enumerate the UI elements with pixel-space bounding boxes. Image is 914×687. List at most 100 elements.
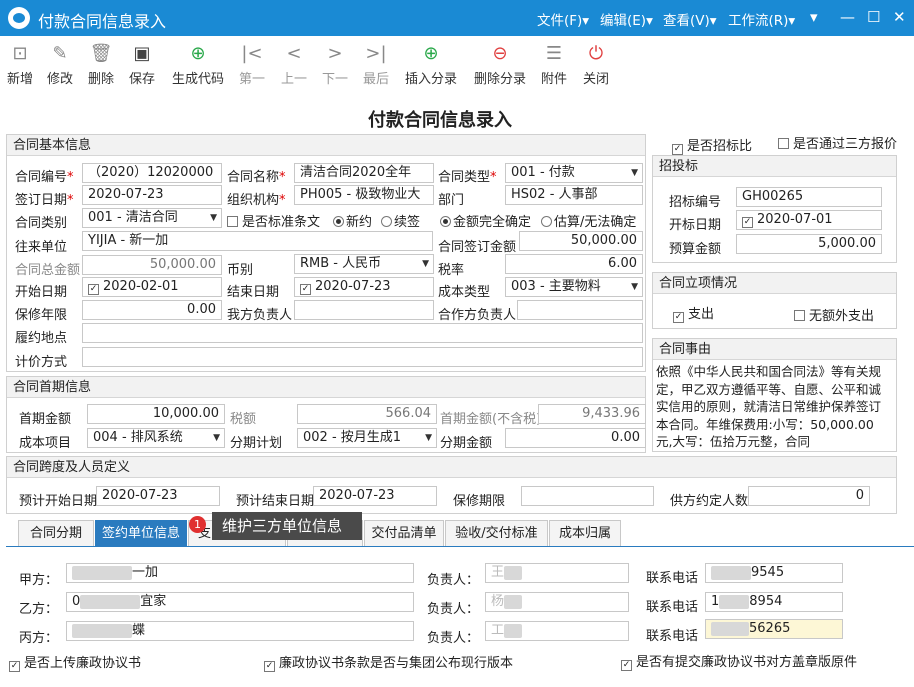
partner-person-field[interactable]: [517, 300, 643, 320]
est-start-field[interactable]: 2020-07-23: [96, 486, 220, 506]
cost-item-select[interactable]: 004 - 排风系统: [87, 428, 225, 448]
generate-code-button[interactable]: ⊕ 生成代码: [170, 42, 226, 87]
org-field[interactable]: PH005 - 极致物业大: [294, 185, 434, 205]
delete-entry-button[interactable]: ⊖ 删除分录: [472, 42, 528, 87]
is-bid-checkbox[interactable]: ✓ 是否招标比: [672, 135, 752, 155]
tab-cost-attribution[interactable]: 成本归属: [549, 520, 621, 546]
phone-a-label: 联系电话: [646, 571, 699, 586]
phone-b-label: 联系电话: [646, 600, 699, 615]
prev-button[interactable]: < 上一: [280, 42, 308, 87]
doc-icon: ☰: [545, 43, 563, 64]
est-end-field[interactable]: 2020-07-23: [313, 486, 437, 506]
phone-c-field[interactable]: 56265: [705, 619, 843, 639]
warranty-field[interactable]: 0.00: [82, 300, 222, 320]
warranty-period-field[interactable]: [521, 486, 654, 506]
start-date-field[interactable]: ✓ 2020-02-01: [82, 277, 222, 297]
split-field[interactable]: 0.00: [505, 428, 646, 448]
person-a-field[interactable]: 王: [485, 563, 629, 583]
last-button[interactable]: >| 最后: [362, 42, 390, 87]
toolbar-toggle-icon[interactable]: ▾: [810, 8, 818, 26]
open-date-check[interactable]: ✓: [742, 217, 753, 228]
first-amount-field[interactable]: 10,000.00: [87, 404, 225, 424]
party-c-field[interactable]: 蝶: [66, 621, 414, 641]
end-date-field[interactable]: ✓ 2020-07-23: [294, 277, 434, 297]
attachment-button[interactable]: ☰ 附件: [540, 42, 568, 87]
person-b-field[interactable]: 杨: [485, 592, 629, 612]
pricing-field[interactable]: [82, 347, 643, 367]
amount-fixed-radio[interactable]: 金额完全确定: [440, 211, 531, 230]
plan-select[interactable]: 002 - 按月生成1: [297, 428, 437, 448]
close-window-icon[interactable]: ✕: [893, 8, 906, 26]
expense-checkbox[interactable]: ✓ 支出: [673, 303, 714, 323]
new-sign-radio[interactable]: 新约: [333, 211, 372, 230]
partner-field[interactable]: YIJIA - 新一加: [82, 231, 433, 251]
category-select[interactable]: 001 - 清洁合同: [82, 208, 222, 228]
no-extra-checkbox[interactable]: 无额外支出: [794, 305, 874, 324]
currency-select[interactable]: RMB - 人民币: [294, 254, 434, 274]
sign-date-field[interactable]: 2020-07-23: [82, 185, 222, 205]
budget-field[interactable]: 5,000.00: [736, 234, 882, 254]
our-person-label: 我方负责人: [227, 308, 293, 323]
contract-name-field[interactable]: 清洁合同2020全年: [294, 163, 434, 183]
first-tax-label: 税额: [230, 412, 257, 427]
edit-button[interactable]: ✎ 修改: [46, 42, 74, 87]
third-party-checkbox[interactable]: 是否通过三方报价: [778, 133, 897, 152]
contract-type-select[interactable]: 001 - 付款: [505, 163, 643, 183]
our-person-field[interactable]: [294, 300, 434, 320]
person-c-field[interactable]: 工: [485, 621, 629, 641]
menu-view[interactable]: 查看(V)▾: [663, 9, 717, 29]
est-start-label: 预计开始日期: [19, 494, 98, 509]
edit-icon: ✎: [52, 43, 68, 64]
sign-amount-field[interactable]: 50,000.00: [519, 231, 643, 251]
contract-no-field[interactable]: （2020）12020000: [82, 163, 222, 183]
end-date-check[interactable]: ✓: [300, 284, 311, 295]
minimize-icon[interactable]: —: [840, 8, 855, 26]
estimate-radio[interactable]: 估算/无法确定: [541, 211, 636, 230]
start-date-check[interactable]: ✓: [88, 284, 99, 295]
insert-entry-button[interactable]: ⊕ 插入分录: [403, 42, 459, 87]
plus-circle-icon: ⊕: [190, 43, 206, 64]
dept-field[interactable]: HS02 - 人事部: [505, 185, 643, 205]
supplier-field[interactable]: 0: [748, 486, 870, 506]
trash-icon: 🗑: [89, 43, 113, 64]
plan-label: 分期计划: [230, 436, 283, 451]
tab-installments[interactable]: 合同分期: [18, 520, 94, 546]
first-button[interactable]: |< 第一: [238, 42, 266, 87]
upload-agreement-checkbox[interactable]: ✓ 是否上传廉政协议书: [9, 652, 141, 672]
party-a-field[interactable]: 一加: [66, 563, 414, 583]
menu-edit[interactable]: 编辑(E)▾: [600, 9, 653, 29]
tab-signing-parties[interactable]: 签约单位信息: [95, 520, 187, 546]
close-button[interactable]: ⏻ 关闭: [582, 42, 610, 87]
tab-deliverables[interactable]: 交付品清单: [364, 520, 444, 546]
cost-type-select[interactable]: 003 - 主要物料: [505, 277, 643, 297]
delete-button[interactable]: 🗑 删除: [87, 42, 115, 87]
renew-radio[interactable]: 续签: [381, 211, 420, 230]
menu-file[interactable]: 文件(F)▾: [537, 9, 589, 29]
reason-textarea[interactable]: 依照《中华人民共和国合同法》等有关规定，甲乙双方遵循平等、自愿、公平和诚实信用的…: [656, 363, 888, 449]
open-date-field[interactable]: ✓ 2020-07-01: [736, 210, 882, 230]
warranty-label: 保修年限: [15, 308, 68, 323]
split-label: 分期金额: [440, 436, 493, 451]
std-clause-checkbox[interactable]: 是否标准条文: [227, 211, 320, 230]
bid-no-label: 招标编号: [669, 195, 722, 210]
party-b-field[interactable]: 0 宜家: [66, 592, 414, 612]
save-button[interactable]: ▣ 保存: [128, 42, 156, 87]
place-field[interactable]: [82, 323, 643, 343]
bid-no-field[interactable]: GH00265: [736, 187, 882, 207]
party-c-label: 丙方：: [19, 631, 59, 646]
est-end-label: 预计结束日期: [236, 494, 315, 509]
tab-acceptance[interactable]: 验收/交付标准: [445, 520, 548, 546]
next-button[interactable]: > 下一: [321, 42, 349, 87]
phone-a-field[interactable]: 9545: [705, 563, 843, 583]
sign-amount-label: 合同签订金额: [438, 240, 517, 255]
warranty-period-label: 保修期限: [453, 494, 506, 509]
tax-field[interactable]: 6.00: [505, 254, 643, 274]
new-button[interactable]: ⊡ 新增: [6, 42, 34, 87]
total-field: 50,000.00: [82, 255, 222, 275]
clause-consistent-checkbox[interactable]: ✓ 廉政协议书条款是否与集团公布现行版本: [264, 652, 513, 672]
maximize-icon[interactable]: ☐: [867, 8, 880, 26]
phone-b-field[interactable]: 1 8954: [705, 592, 843, 612]
menu-workflow[interactable]: 工作流(R)▾: [728, 9, 795, 29]
original-submitted-checkbox[interactable]: ✓ 是否有提交廉政协议书对方盖章版原件: [621, 651, 857, 671]
bid-header: 招投标: [653, 156, 896, 177]
